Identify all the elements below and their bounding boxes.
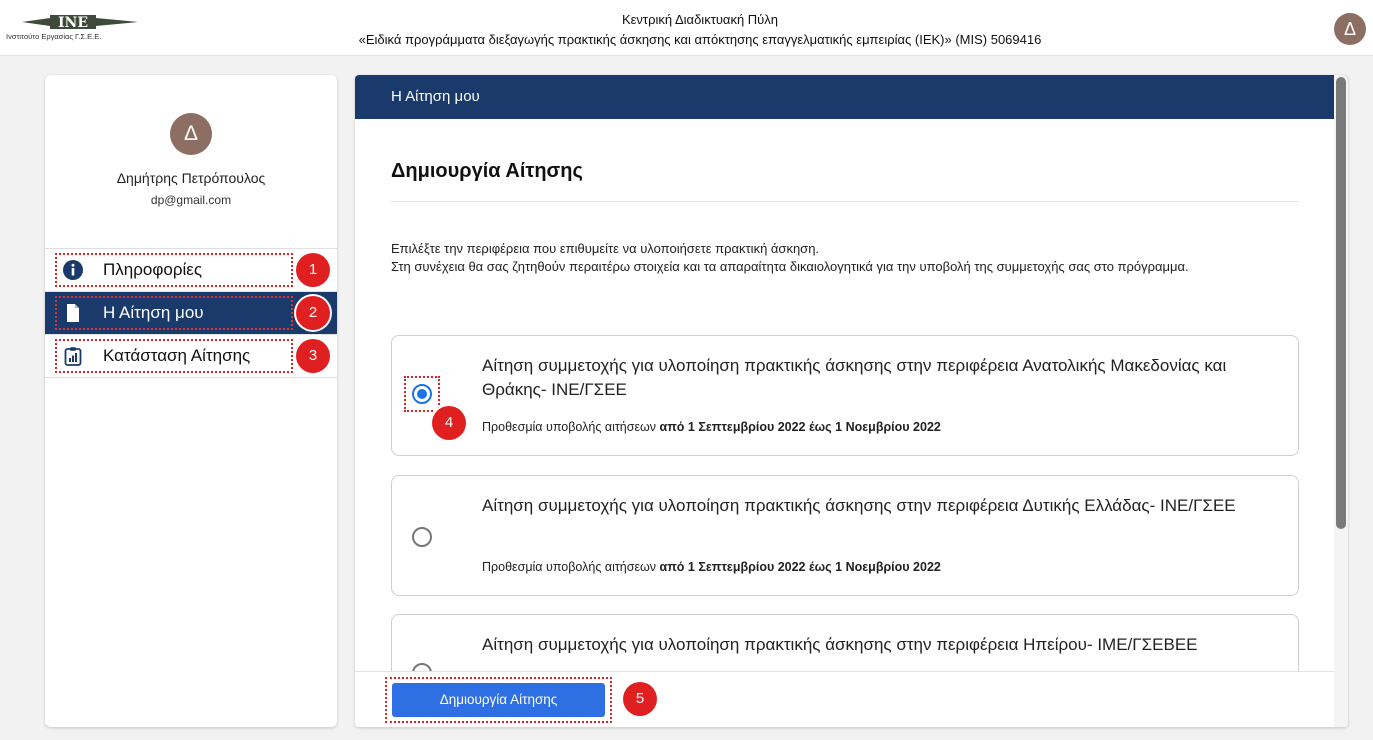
step-badge: 1 xyxy=(296,253,330,287)
info-icon xyxy=(63,260,83,280)
deadline-dates: από 1 Σεπτεμβρίου 2022 έως 1 Νοεμβρίου 2… xyxy=(659,560,941,574)
top-header: ΙΝΕ Ινστιτούτο Εργασίας Γ.Σ.Ε.Ε. Κεντρικ… xyxy=(0,0,1373,56)
sidebar-item-my-application[interactable]: Η Αίτηση μου 2 xyxy=(45,292,337,335)
logo-caption: Ινστιτούτο Εργασίας Γ.Σ.Ε.Ε. xyxy=(6,32,102,41)
ine-logo-mark: ΙΝΕ xyxy=(22,15,138,31)
option-title: Αίτηση συμμετοχής για υλοποίηση πρακτική… xyxy=(482,496,1236,515)
status-report-icon xyxy=(64,347,82,366)
deadline-label: Προθεσμία υποβολής αιτήσεων xyxy=(482,560,657,574)
action-footer: Δημιουργία Αίτησης 5 xyxy=(355,671,1334,727)
portal-title-line2: «Ειδικά προγράμματα διεξαγωγής πρακτικής… xyxy=(358,32,1042,47)
deadline-label: Προθεσμία υποβολής αιτήσεων xyxy=(482,420,657,434)
sidebar: Δ Δημήτρης Πετρόπουλος dp@gmail.com Πληρ… xyxy=(45,75,337,727)
sidebar-nav: Πληροφορίες 1 Η Αίτηση μου 2 Κατάσταση Α… xyxy=(45,248,337,378)
step-badge: 5 xyxy=(623,682,657,716)
user-avatar-button[interactable]: Δ xyxy=(1334,13,1366,45)
step-badge: 2 xyxy=(296,296,330,330)
profile-email: dp@gmail.com xyxy=(150,193,232,207)
instructions: Επιλέξτε την περιφέρεια που επιθυμείτε ν… xyxy=(391,240,1301,276)
scrollbar[interactable] xyxy=(1334,75,1348,727)
sidebar-item-application-status[interactable]: Κατάσταση Αίτησης 3 xyxy=(45,335,337,378)
region-option-east-macedonia-thrace[interactable]: 4 Αίτηση συμμετοχής για υλοποίηση πρακτι… xyxy=(391,335,1299,456)
document-icon xyxy=(67,304,79,322)
option-deadline: Προθεσμία υποβολής αιτήσεων από 1 Σεπτεμ… xyxy=(482,560,941,574)
option-title: Αίτηση συμμετοχής για υλοποίηση πρακτική… xyxy=(482,356,1227,399)
create-application-button[interactable]: Δημιουργία Αίτησης xyxy=(392,683,605,717)
profile-avatar: Δ xyxy=(170,113,212,155)
region-option-west-greece[interactable]: Αίτηση συμμετοχής για υλοποίηση πρακτική… xyxy=(391,475,1299,596)
region-radio[interactable] xyxy=(412,384,432,404)
step-badge: 4 xyxy=(432,406,466,440)
profile-name: Δημήτρης Πετρόπουλος xyxy=(116,170,266,186)
scrollbar-thumb[interactable] xyxy=(1336,77,1346,529)
ine-logo[interactable]: ΙΝΕ Ινστιτούτο Εργασίας Γ.Σ.Ε.Ε. xyxy=(6,10,156,46)
option-deadline: Προθεσμία υποβολής αιτήσεων από 1 Σεπτεμ… xyxy=(482,420,941,434)
sidebar-item-label: Κατάσταση Αίτησης xyxy=(103,346,251,365)
portal-title: Κεντρική Διαδικτυακή Πύλη «Ειδικά προγρά… xyxy=(250,10,1150,50)
divider xyxy=(391,201,1299,202)
sidebar-item-label: Πληροφορίες xyxy=(103,260,203,279)
option-title: Αίτηση συμμετοχής για υλοποίηση πρακτική… xyxy=(482,635,1198,654)
panel-header: Η Αίτηση μου xyxy=(355,75,1348,119)
svg-text:ΙΝΕ: ΙΝΕ xyxy=(58,15,88,31)
region-radio[interactable] xyxy=(412,527,432,547)
instructions-line1: Επιλέξτε την περιφέρεια που επιθυμείτε ν… xyxy=(391,241,820,256)
portal-title-line1: Κεντρική Διαδικτυακή Πύλη xyxy=(621,12,779,27)
main-panel: Η Αίτηση μου Δημιουργία Αίτησης Επιλέξτε… xyxy=(355,75,1348,727)
section-title: Δημιουργία Αίτησης xyxy=(391,160,583,182)
sidebar-item-info[interactable]: Πληροφορίες 1 xyxy=(45,249,337,292)
deadline-dates: από 1 Σεπτεμβρίου 2022 έως 1 Νοεμβρίου 2… xyxy=(659,420,941,434)
instructions-line2: Στη συνέχεια θα σας ζητηθούν περαιτέρω σ… xyxy=(391,259,1189,274)
step-badge: 3 xyxy=(296,339,330,373)
sidebar-item-label: Η Αίτηση μου xyxy=(103,303,204,322)
